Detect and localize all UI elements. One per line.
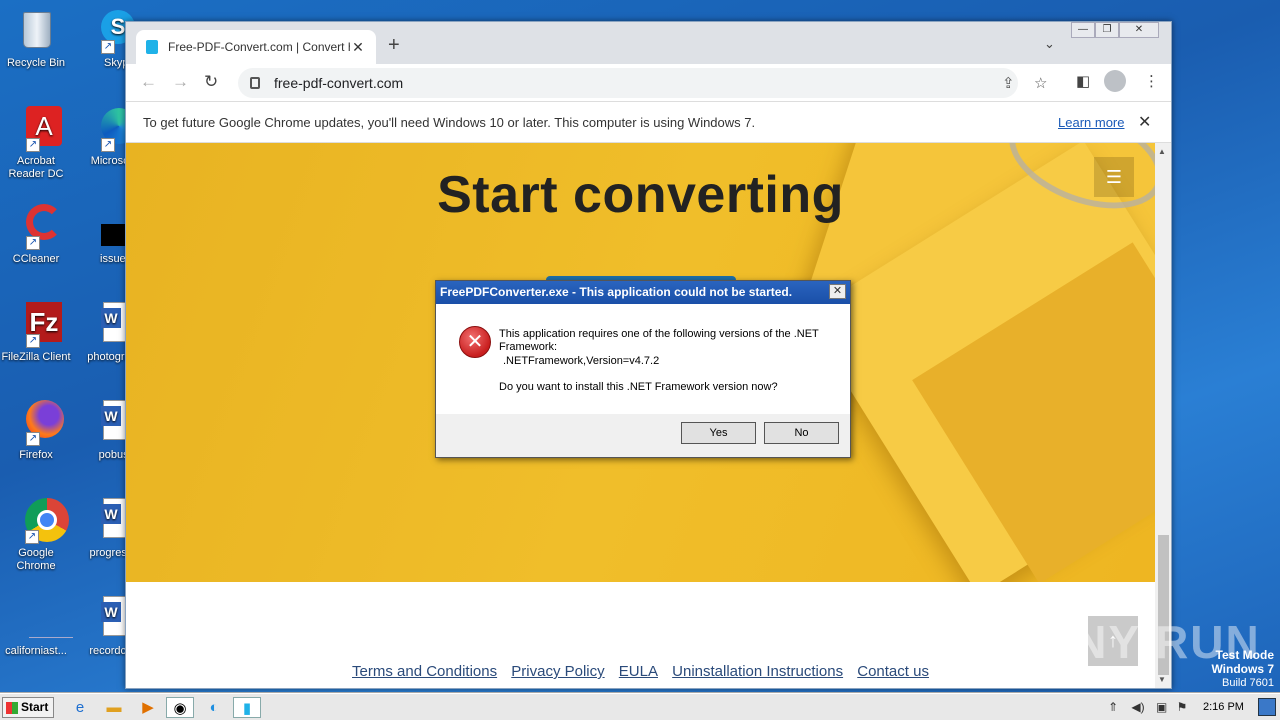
menu-kebab-icon[interactable]: ⋮ (1144, 72, 1159, 90)
desktop-icon-label: Acrobat Reader DC (8, 155, 64, 180)
desktop-icon-californiast[interactable]: californiast... (0, 596, 73, 658)
recycle-bin-icon (13, 8, 59, 54)
window-controls: — ❐ ✕ (1071, 22, 1159, 38)
start-label: Start (21, 700, 49, 714)
no-button[interactable]: No (764, 422, 839, 444)
dialog-close-button[interactable]: ✕ (829, 284, 846, 299)
lock-icon (250, 77, 260, 89)
desktop-icon-label: californiast... (5, 645, 67, 657)
error-dialog: FreePDFConverter.exe - This application … (435, 280, 851, 458)
desktop-icon-label: FileZilla Client (1, 351, 71, 363)
chrome-icon: ↗ (13, 498, 69, 544)
desktop-icon-filezilla[interactable]: Fz ↗ FileZilla Client (0, 302, 72, 364)
update-infobar: To get future Google Chrome updates, you… (126, 101, 1171, 143)
explorer-folder-icon[interactable]: ▬ (100, 697, 128, 718)
tab-strip: Free-PDF-Convert.com | Convert hu ✕ + ⌄ … (126, 22, 1171, 64)
dialog-titlebar: FreePDFConverter.exe - This application … (436, 281, 850, 304)
address-bar[interactable]: free-pdf-convert.com ⇪ ☆ (238, 68, 1047, 98)
desktop-icon-chrome[interactable]: ↗ Google Chrome (0, 498, 72, 573)
share-icon[interactable]: ⇪ (1002, 74, 1015, 92)
pdf-converter-taskbar-icon[interactable]: ▮ (233, 697, 261, 718)
reload-icon[interactable]: ↻ (204, 72, 218, 92)
url-text: free-pdf-convert.com (274, 75, 404, 91)
tab-close-icon[interactable]: ✕ (350, 39, 366, 56)
dialog-version: .NETFramework,Version=v4.7.2 (503, 355, 660, 367)
toolbar: ← → ↻ free-pdf-convert.com ⇪ ☆ ◧ ⋮ (126, 64, 1171, 101)
close-window-button[interactable]: ✕ (1119, 22, 1159, 38)
tab-search-chevron-icon[interactable]: ⌄ (1044, 36, 1055, 52)
uninstall-link[interactable]: Uninstallation Instructions (672, 663, 843, 680)
minimize-button[interactable]: — (1071, 22, 1095, 38)
tab-title: Free-PDF-Convert.com | Convert hu (168, 40, 350, 54)
contact-link[interactable]: Contact us (857, 663, 929, 680)
hamburger-menu-icon[interactable]: ☰ (1094, 157, 1134, 197)
favicon-icon (146, 40, 158, 54)
desktop-icon-acrobat[interactable]: A ↗ Acrobat Reader DC (0, 106, 72, 181)
tab-active[interactable]: Free-PDF-Convert.com | Convert hu ✕ (136, 30, 376, 64)
scroll-down-icon[interactable]: ▼ (1158, 675, 1166, 684)
media-player-icon[interactable]: ▶ (134, 697, 162, 718)
firefox-icon: ↗ (13, 400, 64, 446)
forward-icon[interactable]: → (172, 72, 189, 92)
terms-link[interactable]: Terms and Conditions (352, 663, 497, 680)
ie-icon[interactable]: e (66, 697, 94, 718)
desktop-icon-label: Recycle Bin (6, 57, 66, 69)
privacy-link[interactable]: Privacy Policy (511, 663, 604, 680)
clock[interactable]: 2:16 PM (1203, 701, 1244, 713)
test-mode-label: Test Mode Windows 7 Build 7601 (1211, 648, 1274, 689)
desktop-icon-label: Google Chrome (16, 547, 56, 572)
tray-overflow-icon[interactable]: ⇑ (1108, 700, 1118, 714)
new-tab-button[interactable]: + (388, 34, 400, 57)
volume-icon[interactable]: ◀) (1131, 700, 1144, 714)
desktop-icon-firefox[interactable]: ↗ Firefox (0, 400, 72, 462)
scroll-up-icon[interactable]: ▲ (1158, 147, 1166, 156)
show-desktop-button[interactable] (1258, 698, 1276, 716)
learn-more-link[interactable]: Learn more (1058, 115, 1124, 130)
taskbar: Start e ▬ ▶ ◉ ◐ ▮ ⇑ ◀) ▣ ⚑ 2:16 PM (0, 693, 1280, 720)
eula-link[interactable]: EULA (619, 663, 658, 680)
system-tray: ⇑ ◀) ▣ ⚑ (1108, 700, 1187, 714)
desktop-icon-label: Firefox (19, 449, 53, 461)
bookmark-star-icon[interactable]: ☆ (1034, 74, 1047, 92)
edge-taskbar-icon[interactable]: ◐ (200, 697, 228, 718)
action-center-flag-icon[interactable]: ⚑ (1177, 700, 1188, 714)
infobar-close-icon[interactable]: ✕ (1138, 112, 1151, 132)
filezilla-icon: Fz ↗ (13, 302, 62, 348)
side-panel-icon[interactable]: ◧ (1076, 72, 1090, 90)
vertical-scrollbar[interactable]: ▲ ▼ (1155, 143, 1171, 688)
windows-flag-icon (6, 702, 18, 714)
blank-file-icon (13, 596, 73, 642)
dialog-title: FreePDFConverter.exe - This application … (440, 285, 793, 299)
desktop-icon-label: CCleaner (12, 253, 60, 265)
ccleaner-icon: ↗ (13, 204, 62, 250)
dialog-question: Do you want to install this .NET Framewo… (499, 381, 778, 393)
profile-avatar[interactable] (1104, 70, 1126, 92)
chrome-taskbar-icon[interactable]: ◉ (166, 697, 194, 718)
start-button[interactable]: Start (2, 697, 54, 718)
desktop-icon-ccleaner[interactable]: ↗ CCleaner (0, 204, 72, 266)
desktop-icon-recycle-bin[interactable]: Recycle Bin (0, 8, 72, 70)
dialog-message: This application requires one of the fol… (499, 328, 819, 353)
footer-links: Terms and Conditions Privacy Policy EULA… (126, 663, 1155, 680)
network-icon[interactable]: ▣ (1156, 700, 1167, 714)
back-icon[interactable]: ← (140, 72, 157, 92)
dialog-body: ✕ This application requires one of the f… (436, 304, 850, 414)
hero-heading: Start converting (437, 166, 844, 224)
error-icon: ✕ (459, 326, 491, 358)
acrobat-icon: A ↗ (13, 106, 62, 152)
yes-button[interactable]: Yes (681, 422, 756, 444)
restore-button[interactable]: ❐ (1095, 22, 1119, 38)
infobar-message: To get future Google Chrome updates, you… (143, 115, 756, 130)
